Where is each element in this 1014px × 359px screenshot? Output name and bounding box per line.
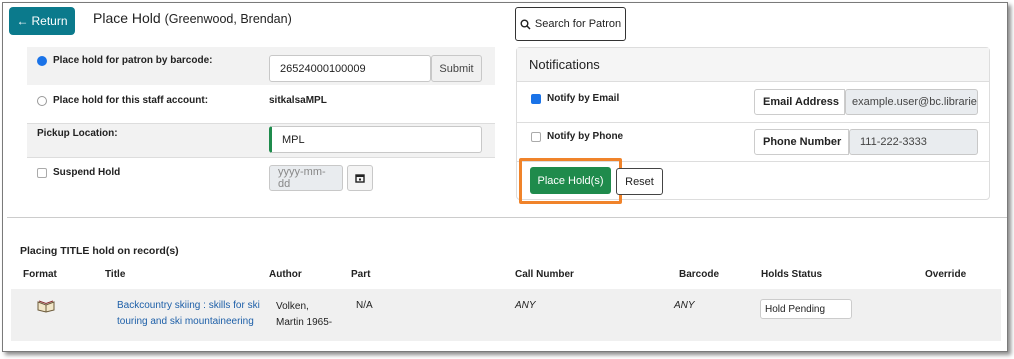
record-title-line2: touring and ski mountaineering: [117, 316, 254, 327]
record-barcode: ANY: [674, 300, 695, 311]
record-author-line1: Volken,: [276, 301, 309, 312]
email-address-input[interactable]: example.user@bc.librarie: [845, 89, 978, 115]
book-icon: [37, 299, 55, 316]
record-title-line1: Backcountry skiing : skills for ski: [117, 300, 260, 311]
col-holds-status: Holds Status: [761, 269, 823, 280]
search-patron-label: Search for Patron: [534, 18, 622, 30]
col-barcode: Barcode: [679, 269, 720, 280]
staff-option[interactable]: Place hold for this staff account:: [37, 95, 208, 106]
place-hold-screen: ← Return Place Hold (Greenwood, Brendan)…: [2, 2, 1008, 352]
notifications-heading: Notifications: [517, 48, 989, 82]
suspend-date-input[interactable]: yyyy-mm-dd: [269, 165, 343, 191]
pickup-label: Pickup Location:: [37, 128, 118, 139]
patron-name: (Greenwood, Brendan): [164, 12, 292, 26]
record-author: Volken, Martin 1965-: [276, 299, 332, 331]
record-call-number: ANY: [515, 300, 536, 311]
left-arrow-icon: ←: [16, 14, 29, 28]
return-button-label: Return: [31, 14, 68, 28]
page-title-text: Place Hold: [93, 10, 161, 26]
barcode-label: Place hold for patron by barcode:: [53, 55, 213, 66]
suspend-option[interactable]: Suspend Hold: [37, 167, 120, 178]
place-holds-button[interactable]: Place Hold(s): [530, 167, 611, 194]
notify-email-label: Notify by Email: [547, 93, 620, 104]
return-button[interactable]: ← Return: [9, 7, 75, 35]
submit-button[interactable]: Submit: [431, 55, 482, 82]
suspend-label: Suspend Hold: [53, 167, 121, 178]
notifications-panel: Notifications Notify by Email Email Addr…: [516, 47, 990, 204]
record-title-link[interactable]: Backcountry skiing : skills for ski tour…: [117, 298, 260, 330]
calendar-button[interactable]: [347, 165, 373, 191]
search-patron-button[interactable]: Search for Patron: [515, 7, 626, 41]
holds-status-field[interactable]: Hold Pending: [760, 299, 852, 319]
search-icon: [520, 19, 531, 30]
col-call-number: Call Number: [515, 269, 574, 280]
notify-phone-label: Notify by Phone: [547, 131, 624, 142]
barcode-input[interactable]: 26524000100009: [269, 55, 431, 82]
records-heading: Placing TITLE hold on record(s): [20, 245, 179, 257]
col-title: Title: [105, 269, 126, 280]
suspend-checkbox[interactable]: [37, 167, 47, 178]
notify-email-checkbox[interactable]: [531, 93, 541, 104]
staff-label: Place hold for this staff account:: [53, 95, 209, 106]
suspend-row: [27, 157, 495, 203]
page-title: Place Hold (Greenwood, Brendan): [93, 10, 292, 26]
col-override: Override: [925, 269, 967, 280]
col-part: Part: [351, 269, 371, 280]
staff-radio[interactable]: [37, 95, 47, 106]
phone-number-label: Phone Number: [754, 129, 849, 155]
col-format: Format: [23, 269, 57, 280]
notify-phone-checkbox[interactable]: [531, 131, 541, 142]
section-divider: [7, 217, 1007, 218]
calendar-icon: [355, 174, 365, 183]
notify-phone-option[interactable]: Notify by Phone: [531, 131, 623, 142]
barcode-radio[interactable]: [37, 55, 47, 66]
barcode-option[interactable]: Place hold for patron by barcode:: [37, 55, 212, 66]
record-part: N/A: [356, 300, 373, 311]
col-author: Author: [269, 269, 302, 280]
email-address-label: Email Address: [754, 89, 845, 115]
pickup-location-select[interactable]: MPL: [269, 126, 482, 153]
phone-number-input[interactable]: 111-222-3333: [849, 129, 978, 155]
notifications-divider: [517, 122, 989, 123]
reset-button[interactable]: Reset: [616, 168, 663, 195]
staff-account: sitkalsaMPL: [269, 95, 327, 106]
record-author-line2: Martin 1965-: [276, 317, 333, 328]
notify-email-option[interactable]: Notify by Email: [531, 93, 619, 104]
